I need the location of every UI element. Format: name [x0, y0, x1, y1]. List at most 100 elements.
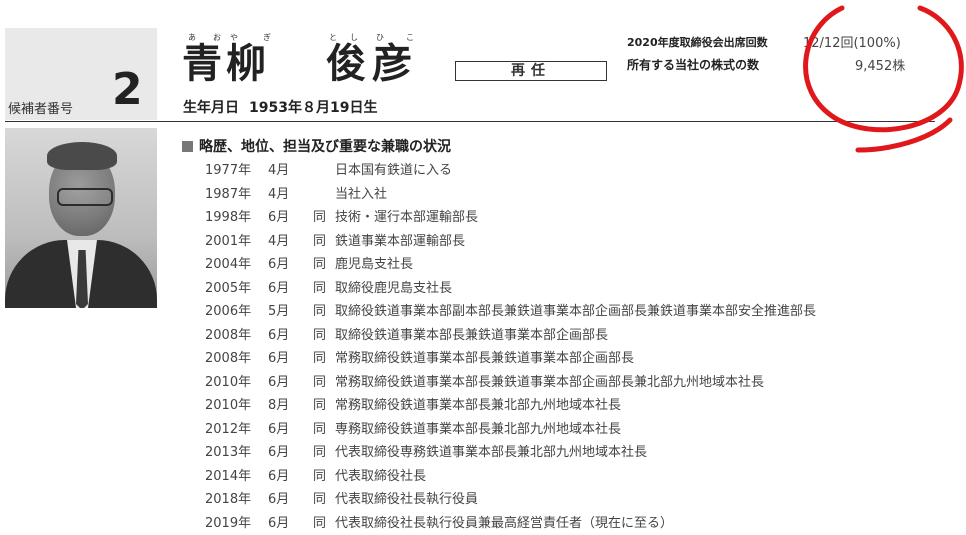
history-ditto: 同: [313, 488, 335, 512]
history-ditto: 同: [313, 347, 335, 371]
history-month: 4月: [268, 230, 313, 254]
history-month: 6月: [268, 418, 313, 442]
history-year: 2008年: [205, 347, 268, 371]
square-bullet-icon: [182, 141, 193, 152]
history-text: 取締役鹿児島支社長: [335, 281, 452, 296]
history-text: 常務取締役鉄道事業本部長兼北部九州地域本社長: [335, 398, 621, 413]
history-year: 2018年: [205, 488, 268, 512]
history-year: 2019年: [205, 512, 268, 535]
history-ditto: 同: [313, 230, 335, 254]
history-row: 1998年6月同技術・運行本部運輸部長: [205, 206, 816, 230]
reappointment-badge: 再任: [455, 61, 607, 81]
photo-hair: [47, 142, 117, 170]
history-year: 2010年: [205, 394, 268, 418]
history-row: 2013年6月同代表取締役専務鉄道事業本部長兼北部九州地域本社長: [205, 441, 816, 465]
history-month: 6月: [268, 512, 313, 535]
date-of-birth: 生年月日 1953年８月19日生: [183, 97, 377, 117]
history-ditto: 同: [313, 512, 335, 535]
history-text: 常務取締役鉄道事業本部長兼鉄道事業本部企画部長兼北部九州地域本社長: [335, 375, 764, 390]
history-year: 2001年: [205, 230, 268, 254]
header-divider: [5, 121, 935, 122]
shares-label: 所有する当社の株式の数: [627, 56, 759, 73]
history-text: 取締役鉄道事業本部長兼鉄道事業本部企画部長: [335, 328, 608, 343]
history-ditto: 同: [313, 253, 335, 277]
history-ditto: 同: [313, 418, 335, 442]
history-month: 6月: [268, 253, 313, 277]
history-year: 2010年: [205, 371, 268, 395]
history-row: 2001年4月同鉄道事業本部運輸部長: [205, 230, 816, 254]
name-char-2: 柳: [226, 44, 266, 84]
history-row: 1977年4月日本国有鉄道に入る: [205, 159, 816, 183]
history-ditto: 同: [313, 394, 335, 418]
history-row: 2010年8月同常務取締役鉄道事業本部長兼北部九州地域本社長: [205, 394, 816, 418]
history-ditto: 同: [313, 277, 335, 301]
history-text: 当社入社: [335, 187, 387, 202]
history-text: 常務取締役鉄道事業本部長兼鉄道事業本部企画部長: [335, 351, 634, 366]
dob-value: 1953年８月19日生: [249, 100, 377, 116]
history-month: 6月: [268, 206, 313, 230]
history-month: 6月: [268, 371, 313, 395]
history-row: 2005年6月同取締役鹿児島支社長: [205, 277, 816, 301]
history-year: 2013年: [205, 441, 268, 465]
history-year: 1987年: [205, 183, 268, 207]
history-row: 2012年6月同専務取締役鉄道事業本部長兼北部九州地域本社長: [205, 418, 816, 442]
history-month: 6月: [268, 488, 313, 512]
history-year: 1998年: [205, 206, 268, 230]
history-text: 代表取締役専務鉄道事業本部長兼北部九州地域本社長: [335, 445, 647, 460]
history-month: 4月: [268, 183, 313, 207]
history-month: 6月: [268, 277, 313, 301]
history-heading: 略歴、地位、担当及び重要な兼職の状況: [182, 136, 451, 156]
history-row: 2008年6月同取締役鉄道事業本部長兼鉄道事業本部企画部長: [205, 324, 816, 348]
history-row: 2010年6月同常務取締役鉄道事業本部長兼鉄道事業本部企画部長兼北部九州地域本社…: [205, 371, 816, 395]
history-year: 2008年: [205, 324, 268, 348]
history-row: 2006年5月同取締役鉄道事業本部副本部長兼鉄道事業本部企画部長兼鉄道事業本部安…: [205, 300, 816, 324]
history-row: 2019年6月同代表取締役社長執行役員兼最高経営責任者（現在に至る）: [205, 512, 816, 535]
history-text: 代表取締役社長執行役員: [335, 492, 478, 507]
history-text: 代表取締役社長執行役員兼最高経営責任者（現在に至る）: [335, 516, 673, 531]
history-month: 6月: [268, 347, 313, 371]
history-row: 2008年6月同常務取締役鉄道事業本部長兼鉄道事業本部企画部長: [205, 347, 816, 371]
career-history-list: 1977年4月日本国有鉄道に入る1987年4月当社入社1998年6月同技術・運行…: [205, 159, 816, 535]
photo-glasses: [57, 188, 113, 206]
history-heading-text: 略歴、地位、担当及び重要な兼職の状況: [199, 139, 451, 155]
history-row: 2018年6月同代表取締役社長執行役員: [205, 488, 816, 512]
history-ditto: 同: [313, 300, 335, 324]
candidate-photo: [5, 128, 157, 308]
history-text: 技術・運行本部運輸部長: [335, 210, 478, 225]
attendance-value: 12/12回(100%): [803, 32, 901, 51]
history-year: 1977年: [205, 159, 268, 183]
history-ditto: 同: [313, 441, 335, 465]
history-month: 8月: [268, 394, 313, 418]
history-ditto: 同: [313, 206, 335, 230]
history-month: 5月: [268, 300, 313, 324]
history-year: 2005年: [205, 277, 268, 301]
history-year: 2004年: [205, 253, 268, 277]
history-ditto: 同: [313, 324, 335, 348]
history-text: 専務取締役鉄道事業本部長兼北部九州地域本社長: [335, 422, 621, 437]
history-text: 日本国有鉄道に入る: [335, 163, 452, 178]
shares-value: 9,452株: [855, 55, 905, 74]
history-month: 6月: [268, 465, 313, 489]
history-text: 鹿児島支社長: [335, 257, 413, 272]
history-month: 6月: [268, 441, 313, 465]
history-year: 2006年: [205, 300, 268, 324]
history-year: 2012年: [205, 418, 268, 442]
name-char-4: 彦: [372, 44, 412, 84]
history-text: 代表取締役社長: [335, 469, 426, 484]
name-char-1: 青: [182, 44, 222, 84]
history-row: 2014年6月同代表取締役社長: [205, 465, 816, 489]
history-year: 2014年: [205, 465, 268, 489]
history-ditto: 同: [313, 465, 335, 489]
history-row: 2004年6月同鹿児島支社長: [205, 253, 816, 277]
red-circle-annotation: [780, 0, 966, 160]
attendance-label: 2020年度取締役会出席回数: [627, 34, 768, 50]
candidate-number-label: 候補者番号: [8, 98, 73, 117]
dob-label: 生年月日: [183, 100, 239, 116]
name-char-3: 俊: [326, 44, 366, 84]
candidate-number: 2: [112, 68, 143, 112]
history-text: 取締役鉄道事業本部副本部長兼鉄道事業本部企画部長兼鉄道事業本部安全推進部長: [335, 304, 816, 319]
history-ditto: 同: [313, 371, 335, 395]
history-month: 6月: [268, 324, 313, 348]
history-text: 鉄道事業本部運輸部長: [335, 234, 465, 249]
history-row: 1987年4月 当社入社: [205, 183, 816, 207]
